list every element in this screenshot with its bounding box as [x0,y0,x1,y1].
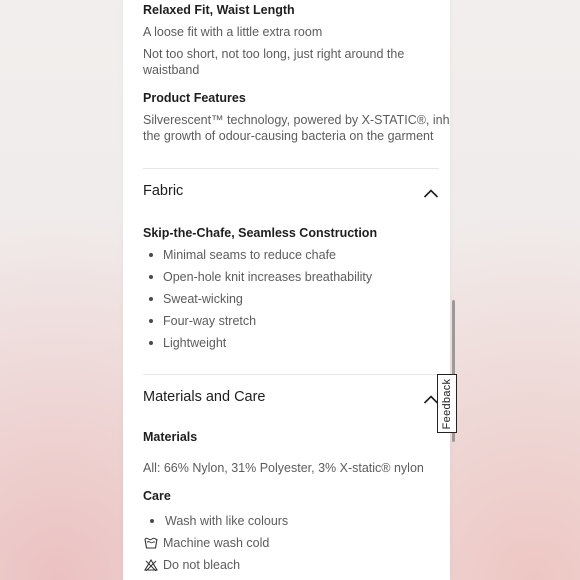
bullet-icon [149,297,153,301]
product-features-heading: Product Features [143,91,246,105]
fit-heading: Relaxed Fit, Waist Length [143,3,295,17]
bullet-icon [149,253,153,257]
product-details-panel: Relaxed Fit, Waist Length A loose fit wi… [123,0,450,580]
no-bleach-triangle-icon [144,559,158,571]
fabric-item: Four-way stretch [163,314,257,328]
fabric-item: Minimal seams to reduce chafe [163,248,336,262]
fabric-item: Sweat-wicking [163,292,243,306]
fabric-item: Lightweight [163,336,227,350]
materials-care-accordion-header[interactable]: Materials and Care [143,376,439,418]
fit-line: waistband [143,63,200,77]
bullet-icon [150,519,154,523]
fabric-accordion-header[interactable]: Fabric [143,170,439,212]
fabric-title: Fabric [143,183,184,199]
fabric-item: Open-hole knit increases breathability [163,270,373,284]
materials-heading: Materials [143,430,198,444]
bullet-icon [149,341,153,345]
chevron-up-icon[interactable] [423,188,439,198]
product-features-line: the growth of odour-causing bacteria on … [143,129,434,143]
materials-text: All: 66% Nylon, 31% Polyester, 3% X-stat… [143,461,424,475]
care-label: Do not bleach [163,558,241,572]
bullet-icon [149,275,153,279]
care-label: Machine wash cold [163,536,270,550]
fit-line: A loose fit with a little extra room [143,25,323,39]
fabric-subheading: Skip-the-Chafe, Seamless Construction [143,226,378,240]
product-features-line: Silverescent™ technology, powered by X-S… [143,113,450,127]
materials-care-title: Materials and Care [143,389,266,405]
care-label: Wash with like colours [165,514,289,528]
washtub-icon [144,537,158,549]
feedback-button[interactable]: Feedback [437,374,457,433]
fit-line: Not too short, not too long, just right … [143,47,405,61]
section-divider [143,374,439,375]
feedback-label: Feedback [441,378,453,429]
bullet-icon [149,319,153,323]
care-heading: Care [143,489,171,503]
section-divider [143,168,439,169]
